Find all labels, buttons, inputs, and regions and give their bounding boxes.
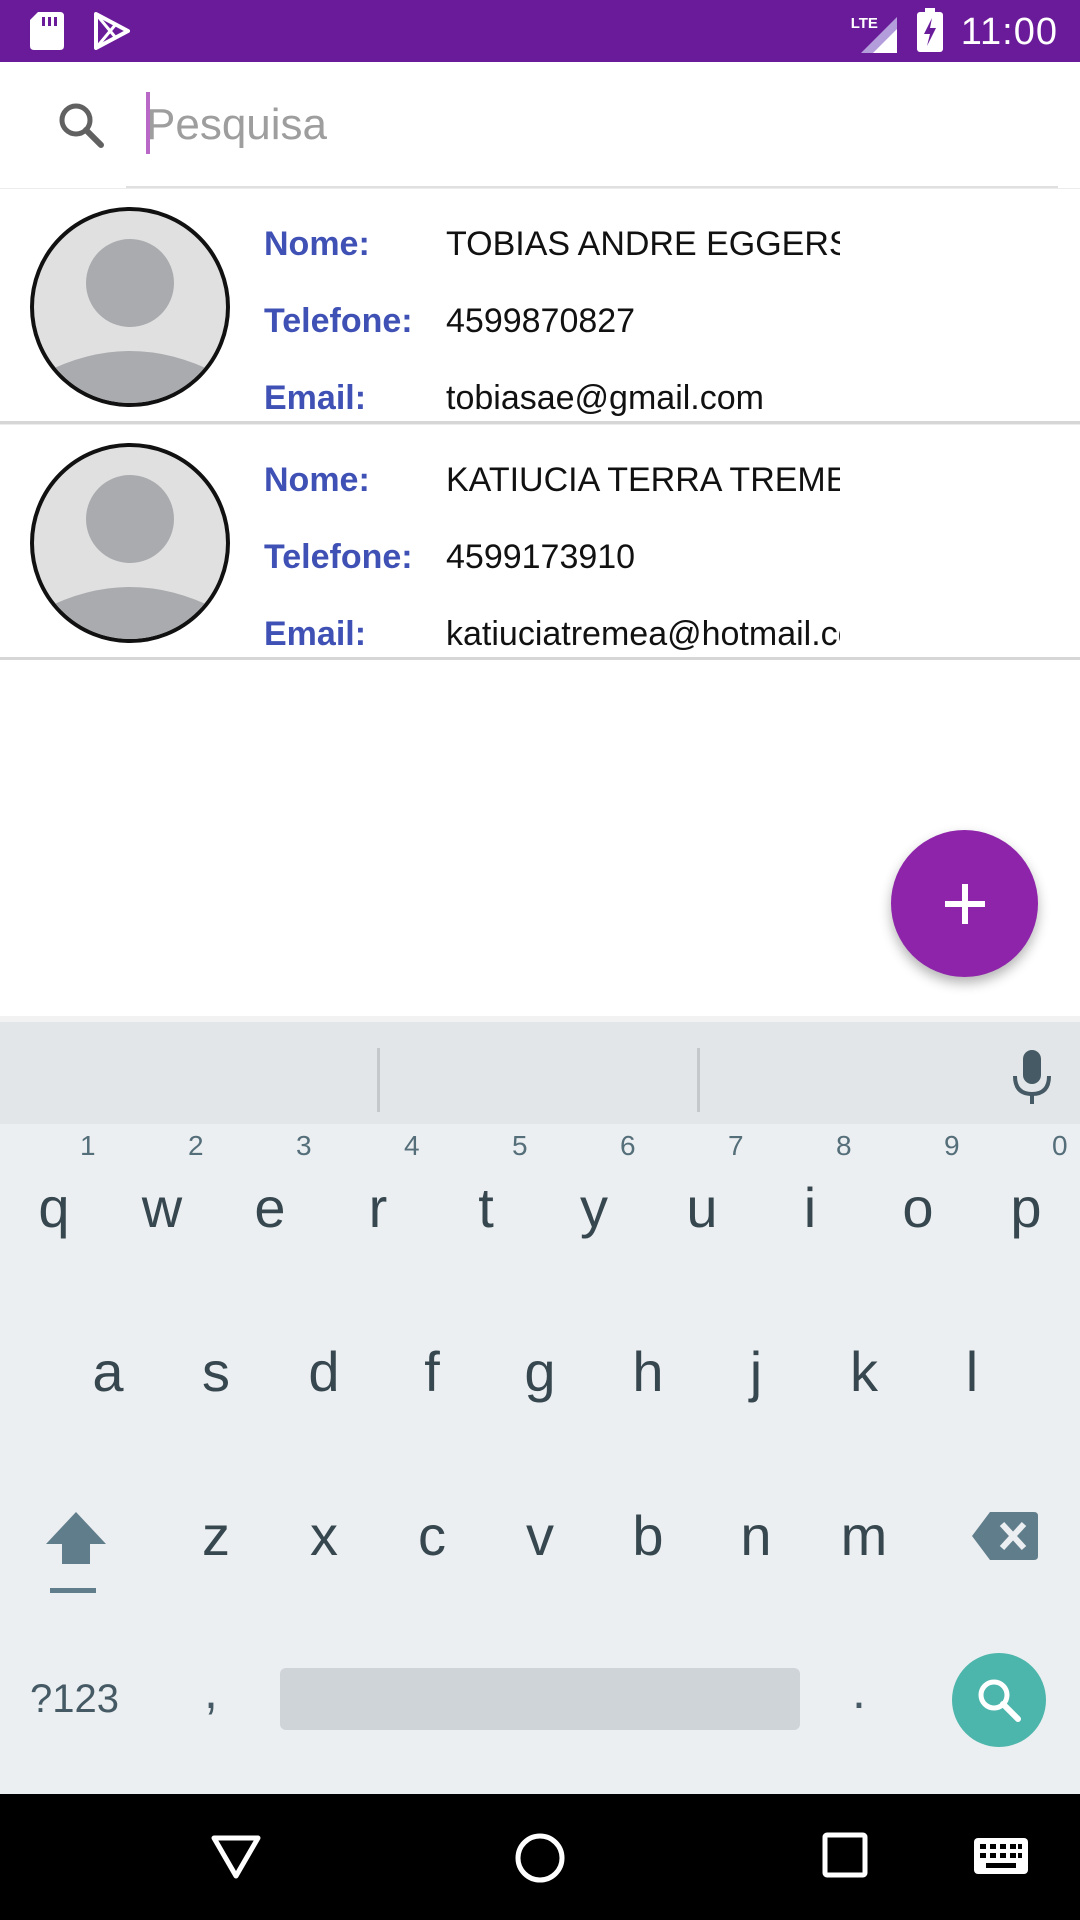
symbols-key[interactable]: ?123	[30, 1668, 119, 1730]
contact-list: Nome: TOBIAS ANDRE EGGERS Telefone: 4599…	[0, 188, 1080, 660]
search-bar	[0, 62, 1080, 188]
clock: 11:00	[960, 11, 1058, 53]
contact-card[interactable]: Nome: TOBIAS ANDRE EGGERS Telefone: 4599…	[0, 188, 1080, 424]
key-x[interactable]: x	[270, 1476, 378, 1596]
shift-key[interactable]	[44, 1510, 108, 1599]
navigation-bar	[0, 1794, 1080, 1920]
key-p[interactable]: p	[972, 1148, 1080, 1268]
home-button[interactable]	[514, 1832, 566, 1889]
phone-label: Telefone:	[264, 302, 413, 340]
battery-charging-icon	[916, 8, 943, 57]
contact-phone: 4599870827	[446, 302, 636, 340]
key-r[interactable]: r	[324, 1148, 432, 1268]
shift-icon	[46, 1512, 106, 1593]
search-input[interactable]	[146, 90, 1026, 160]
add-contact-button[interactable]	[891, 830, 1038, 977]
contact-name: TOBIAS ANDRE EGGERS	[446, 225, 840, 263]
name-label: Nome:	[264, 461, 370, 499]
back-triangle-icon	[211, 1835, 261, 1879]
key-e[interactable]: e	[216, 1148, 324, 1268]
key-q[interactable]: q	[0, 1148, 108, 1268]
comma-key[interactable]: ,	[204, 1662, 218, 1720]
home-circle-icon	[515, 1833, 565, 1883]
suggestion-strip	[0, 1016, 1080, 1124]
avatar	[30, 443, 230, 643]
status-bar: LTE 11:00	[0, 0, 1080, 62]
key-m[interactable]: m	[810, 1476, 918, 1596]
search-icon[interactable]	[56, 100, 106, 155]
back-button[interactable]	[210, 1832, 262, 1885]
recents-square-icon	[822, 1832, 868, 1878]
contact-email: katiuciatremea@hotmail.com	[446, 615, 840, 653]
sd-card-icon	[30, 12, 64, 55]
key-h[interactable]: h	[594, 1312, 702, 1432]
contact-phone: 4599173910	[446, 538, 636, 576]
key-z[interactable]: z	[162, 1476, 270, 1596]
plus-icon	[944, 883, 985, 924]
contact-name: KATIUCIA TERRA TREMEA	[446, 461, 840, 499]
key-y[interactable]: y	[540, 1148, 648, 1268]
keyboard-icon	[974, 1838, 1028, 1874]
avatar	[30, 207, 230, 407]
search-icon	[978, 1679, 1021, 1722]
key-n[interactable]: n	[702, 1476, 810, 1596]
key-d[interactable]: d	[270, 1312, 378, 1432]
name-label: Nome:	[264, 225, 370, 263]
key-t[interactable]: t	[432, 1148, 540, 1268]
contact-card[interactable]: Nome: KATIUCIA TERRA TREMEA Telefone: 45…	[0, 424, 1080, 660]
key-l[interactable]: l	[918, 1312, 1026, 1432]
key-b[interactable]: b	[594, 1476, 702, 1596]
key-c[interactable]: c	[378, 1476, 486, 1596]
text-cursor	[146, 92, 150, 154]
email-label: Email:	[264, 379, 367, 417]
key-o[interactable]: o	[864, 1148, 972, 1268]
key-a[interactable]: a	[54, 1312, 162, 1432]
backspace-icon	[972, 1512, 1038, 1560]
key-g[interactable]: g	[486, 1312, 594, 1432]
key-k[interactable]: k	[810, 1312, 918, 1432]
keyboard-search-button[interactable]	[952, 1653, 1046, 1747]
key-i[interactable]: i	[756, 1148, 864, 1268]
backspace-key[interactable]	[972, 1512, 1038, 1565]
phone-label: Telefone:	[264, 538, 413, 576]
key-w[interactable]: w	[108, 1148, 216, 1268]
key-v[interactable]: v	[486, 1476, 594, 1596]
period-key[interactable]: .	[852, 1662, 866, 1720]
email-label: Email:	[264, 615, 367, 653]
key-j[interactable]: j	[702, 1312, 810, 1432]
key-u[interactable]: u	[648, 1148, 756, 1268]
microphone-icon[interactable]	[1012, 1050, 1052, 1111]
space-bar[interactable]	[280, 1668, 800, 1730]
key-s[interactable]: s	[162, 1312, 270, 1432]
suggestion-divider	[377, 1048, 380, 1112]
suggestion-divider	[697, 1048, 700, 1112]
signal-icon: LTE	[851, 11, 899, 55]
recents-button[interactable]	[822, 1832, 868, 1883]
key-f[interactable]: f	[378, 1312, 486, 1432]
contact-email: tobiasae@gmail.com	[446, 379, 764, 417]
play-store-icon	[94, 12, 130, 55]
keyboard-switch-button[interactable]	[974, 1838, 1028, 1879]
